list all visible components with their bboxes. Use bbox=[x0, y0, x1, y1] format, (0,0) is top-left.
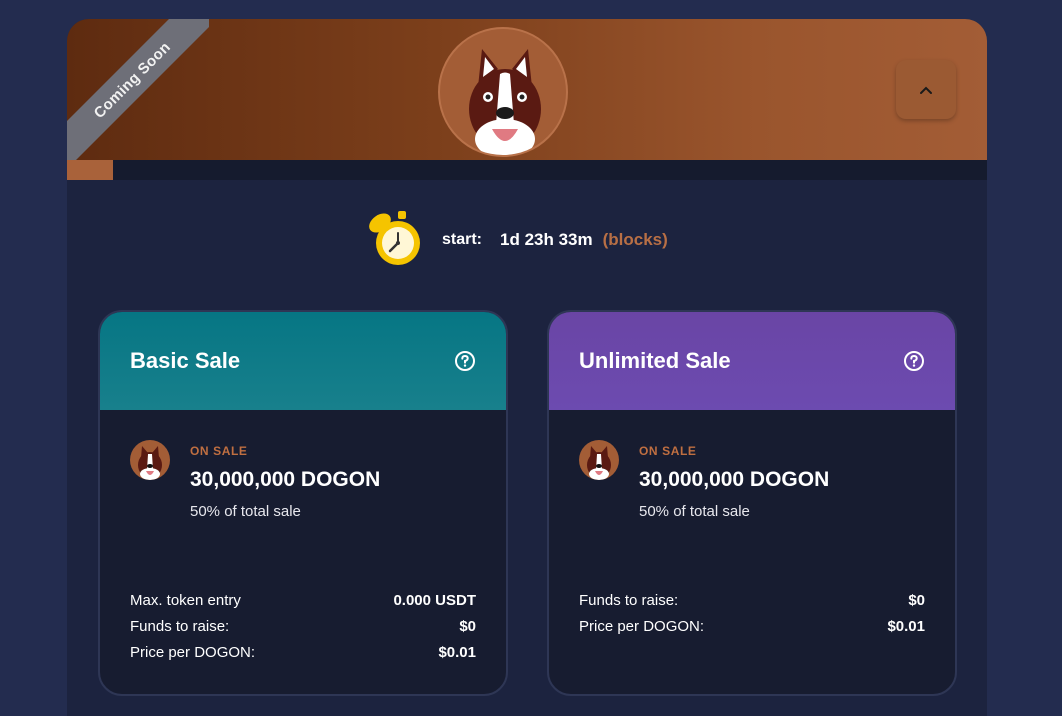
ifo-card: Coming Soon start: 1d 23h 33m (blocks) B… bbox=[67, 19, 987, 716]
unlimited-sale-stats: Funds to raise: $0 Price per DOGON: $0.0… bbox=[579, 588, 925, 640]
stat-value: $0.01 bbox=[887, 618, 925, 635]
basic-sale-stats: Max. token entry 0.000 USDT Funds to rai… bbox=[130, 588, 476, 666]
dog-logo bbox=[438, 27, 568, 157]
basic-sale-header: Basic Sale bbox=[100, 312, 506, 410]
help-icon[interactable] bbox=[903, 350, 925, 372]
stat-value: 0.000 USDT bbox=[393, 592, 476, 609]
stat-row: Price per DOGON: $0.01 bbox=[579, 614, 925, 640]
token-avatar bbox=[579, 440, 619, 480]
countdown-value: 1d 23h 33m bbox=[500, 230, 593, 249]
sale-share: 50% of total sale bbox=[639, 503, 750, 520]
basic-sale-card: Basic Sale ON SALE 30,000,000 DOGON 50% … bbox=[98, 310, 508, 696]
stat-value: $0 bbox=[459, 618, 476, 635]
stat-value: $0 bbox=[908, 592, 925, 609]
ribbon-label: Coming Soon bbox=[67, 19, 209, 161]
unlimited-sale-card: Unlimited Sale ON SALE 30,000,000 DOGON … bbox=[547, 310, 957, 696]
sale-amount: 30,000,000 DOGON bbox=[639, 468, 830, 491]
stat-value: $0.01 bbox=[438, 644, 476, 661]
start-label: start: bbox=[442, 231, 483, 248]
unlimited-sale-body: ON SALE 30,000,000 DOGON 50% of total sa… bbox=[549, 410, 955, 694]
unlimited-sale-header: Unlimited Sale bbox=[549, 312, 955, 410]
chevron-up-icon bbox=[920, 86, 932, 94]
stat-row: Funds to raise: $0 bbox=[130, 614, 476, 640]
basic-sale-title: Basic Sale bbox=[130, 348, 241, 373]
progress-fill bbox=[67, 160, 113, 180]
help-icon[interactable] bbox=[454, 350, 476, 372]
stat-row: Max. token entry 0.000 USDT bbox=[130, 588, 476, 614]
ifo-banner: Coming Soon bbox=[67, 19, 987, 161]
coming-soon-ribbon: Coming Soon bbox=[67, 19, 209, 161]
stat-label: Max. token entry bbox=[130, 592, 241, 609]
stat-row: Price per DOGON: $0.01 bbox=[130, 640, 476, 666]
token-avatar bbox=[130, 440, 170, 480]
collapse-button[interactable] bbox=[896, 60, 956, 119]
start-countdown: start: 1d 23h 33m (blocks) bbox=[360, 209, 668, 271]
on-sale-label: ON SALE bbox=[639, 444, 697, 458]
stat-label: Price per DOGON: bbox=[130, 644, 256, 661]
on-sale-label: ON SALE bbox=[190, 444, 248, 458]
unlimited-sale-title: Unlimited Sale bbox=[579, 348, 731, 373]
sale-share: 50% of total sale bbox=[190, 503, 301, 520]
basic-sale-body: ON SALE 30,000,000 DOGON 50% of total sa… bbox=[100, 410, 506, 694]
stat-label: Funds to raise: bbox=[579, 592, 679, 609]
stat-row: Funds to raise: $0 bbox=[579, 588, 925, 614]
blocks-link[interactable]: (blocks) bbox=[603, 230, 668, 250]
sale-progress-bar bbox=[67, 160, 987, 180]
stopwatch-icon bbox=[369, 211, 420, 265]
stat-label: Price per DOGON: bbox=[579, 618, 705, 635]
stat-label: Funds to raise: bbox=[130, 618, 230, 635]
sale-amount: 30,000,000 DOGON bbox=[190, 468, 381, 491]
